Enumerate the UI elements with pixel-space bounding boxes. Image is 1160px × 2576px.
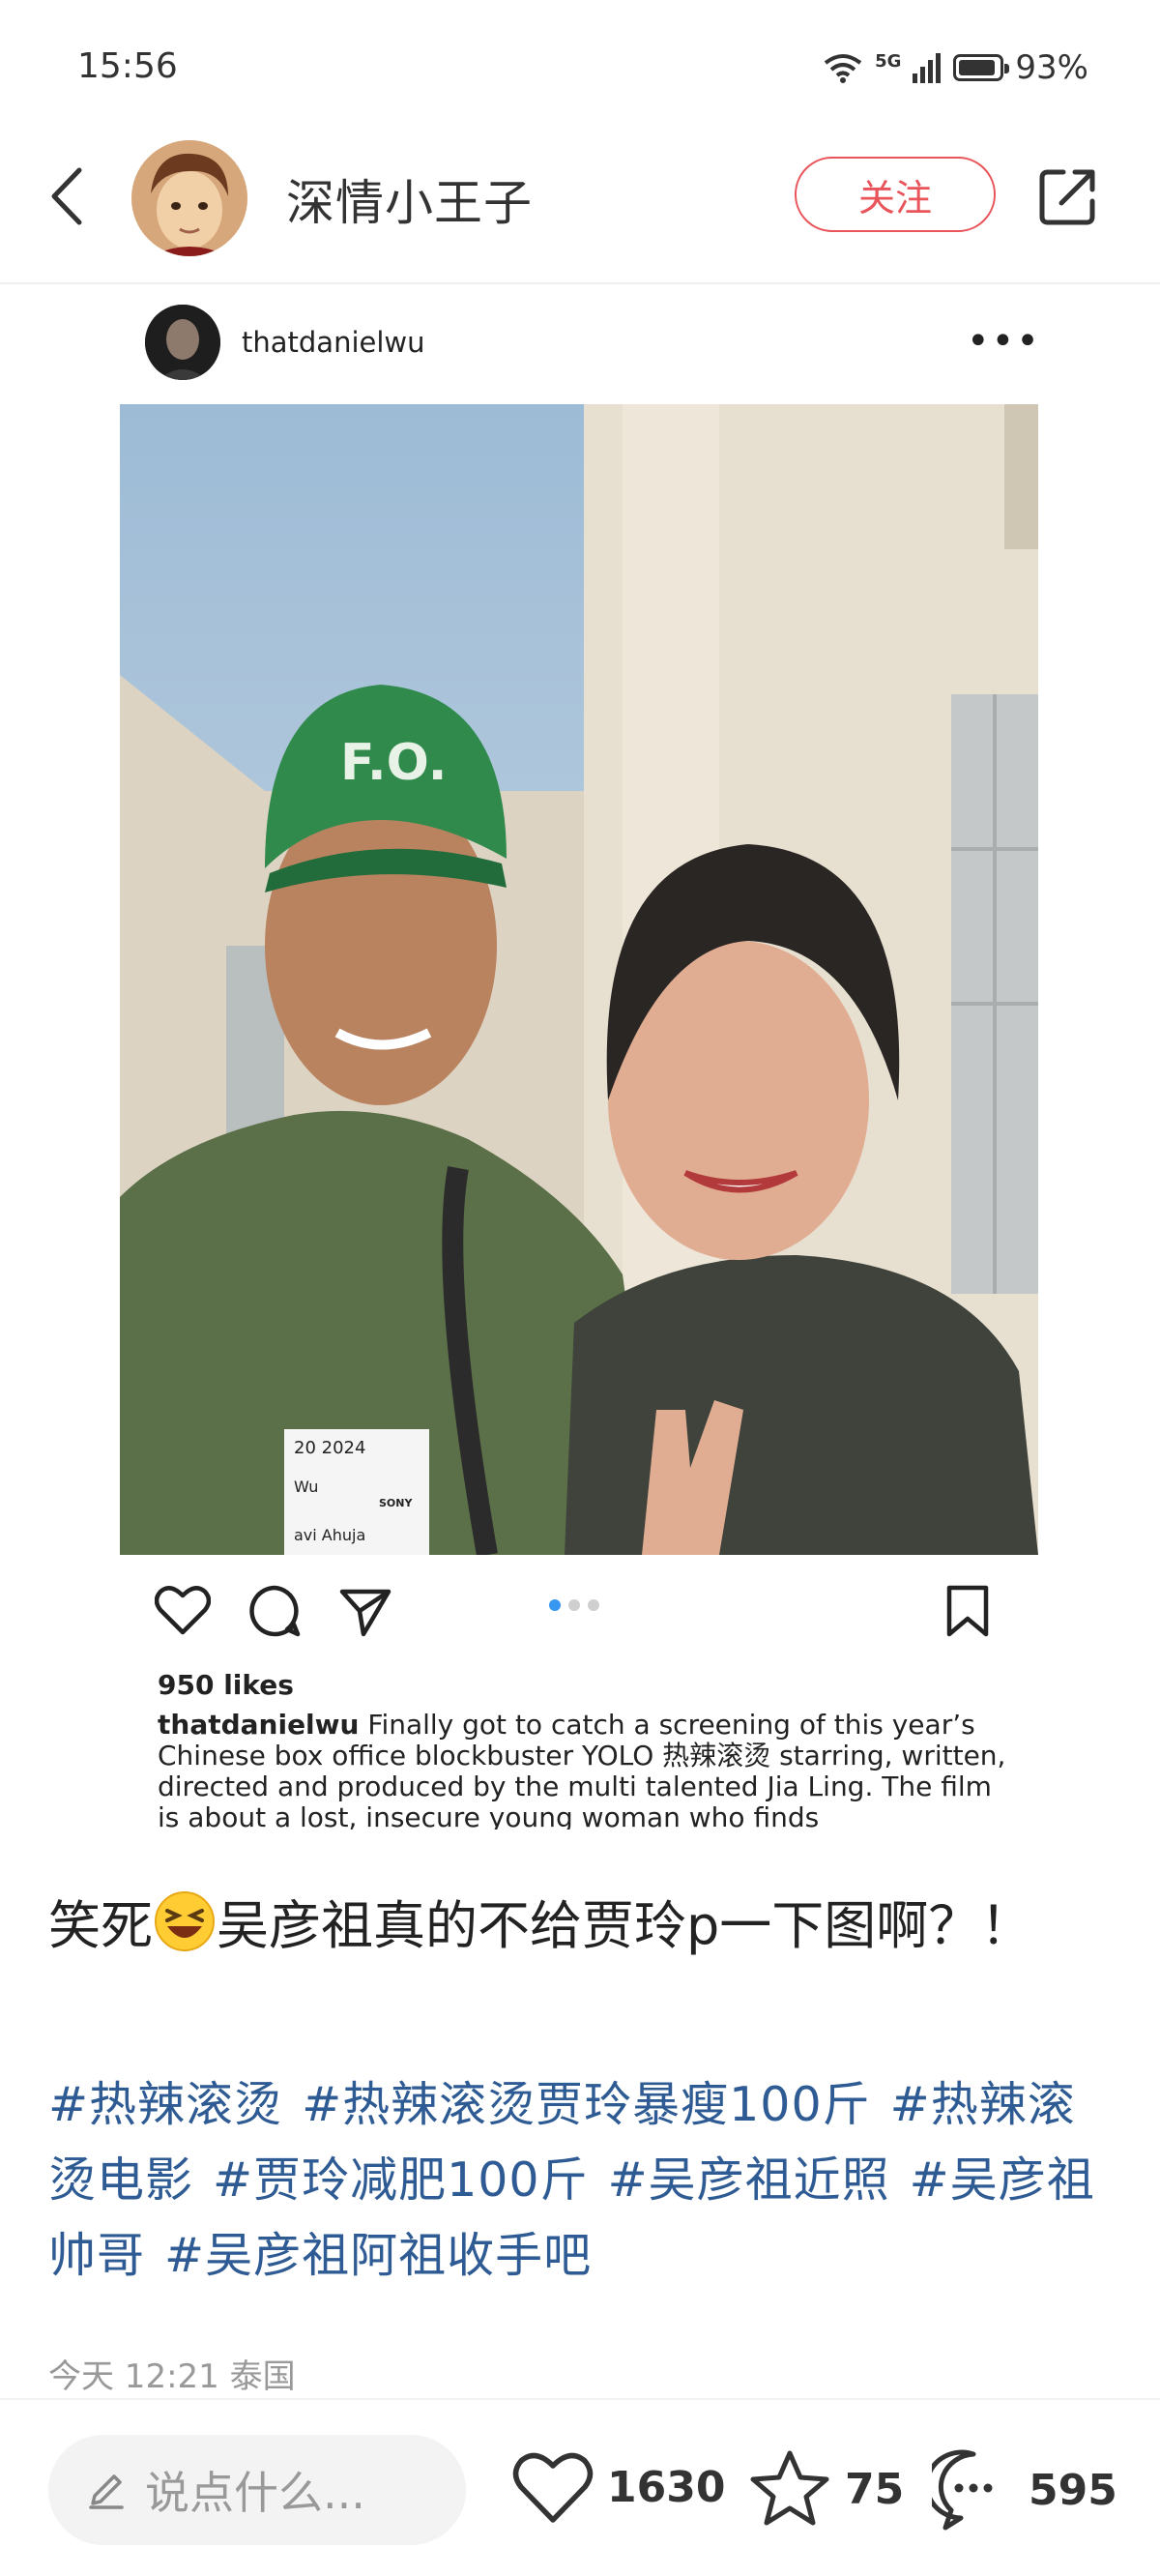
ig-likes: 950 likes — [158, 1669, 294, 1701]
hashtag-link[interactable]: #热辣滚烫贾玲暴瘦100斤 — [302, 2077, 871, 2132]
ig-username: thatdanielwu — [242, 326, 425, 359]
badge-logo: SONY — [379, 1497, 413, 1509]
badge-name: Wu — [294, 1478, 318, 1496]
svg-text:F.O.: F.O. — [340, 734, 447, 792]
comment-input[interactable]: 说点什么... — [48, 2435, 466, 2545]
ig-avatar — [145, 305, 220, 380]
post-location: 泰国 — [229, 2357, 296, 2396]
carousel-dot — [549, 1599, 561, 1611]
ig-more-icon: ••• — [967, 319, 1041, 364]
follow-button[interactable]: 关注 — [795, 157, 996, 232]
hashtag-link[interactable]: #吴彦祖近照 — [608, 2152, 890, 2208]
post-title-rest: 吴彦祖真的不给贾玲p一下图啊？！ — [217, 1895, 1033, 1956]
back-button[interactable] — [43, 162, 91, 230]
comment-placeholder: 说点什么... — [145, 2467, 365, 2519]
hashtag-link[interactable]: #热辣滚烫 — [48, 2077, 282, 2132]
post-time: 今天 12:21 — [48, 2357, 219, 2396]
like-count: 1630 — [607, 2462, 726, 2512]
post-meta: 今天 12:21 泰国 — [48, 2350, 296, 2397]
battery-icon — [953, 54, 1010, 81]
hashtag-list: #热辣滚烫 #热辣滚烫贾玲暴瘦100斤 #热辣滚烫电影 #贾玲减肥100斤 #吴彦祖近照… — [48, 2067, 1121, 2294]
comment-count: 595 — [1029, 2465, 1117, 2515]
comment-button[interactable]: 595 — [932, 2448, 1117, 2532]
share-icon — [1039, 169, 1095, 225]
wifi-icon — [824, 54, 862, 83]
battery-fill — [959, 60, 996, 75]
carousel-dot — [568, 1599, 580, 1611]
comment-icon — [932, 2449, 993, 2531]
carousel-indicator — [549, 1599, 599, 1611]
network-label: 5G — [875, 50, 902, 72]
author-username[interactable]: 深情小王子 — [286, 164, 533, 234]
laughing-emoji-icon — [155, 1891, 215, 1951]
bottom-divider — [0, 2398, 1160, 2400]
heart-icon — [512, 2452, 594, 2523]
header-divider — [0, 282, 1160, 284]
share-button[interactable] — [1034, 162, 1102, 230]
ig-caption-user: thatdanielwu — [158, 1710, 360, 1741]
post-title: 笑死 吴彦祖真的不给贾玲p一下图啊？！ — [48, 1886, 1112, 1967]
post-photo[interactable]: F.O. 20 2024 Wu avi Ahuja SONY — [120, 404, 1038, 1557]
chevron-left-icon — [51, 167, 82, 225]
hashtag-link[interactable]: #吴彦祖阿祖收手吧 — [164, 2228, 592, 2283]
hashtag-link[interactable]: #贾玲减肥100斤 — [213, 2152, 589, 2208]
favorite-button[interactable]: 75 — [748, 2448, 904, 2530]
author-avatar[interactable] — [131, 140, 247, 256]
bookmark-icon[interactable] — [945, 1584, 990, 1638]
signal-icon — [913, 53, 942, 83]
badge-extra: avi Ahuja — [294, 1526, 365, 1544]
star-icon — [750, 2450, 829, 2526]
pencil-icon — [89, 2474, 124, 2509]
badge-date: 20 2024 — [294, 1438, 365, 1458]
like-button[interactable]: 1630 — [512, 2448, 725, 2526]
carousel-dot — [588, 1599, 599, 1611]
comment-bubble-icon[interactable] — [247, 1584, 302, 1638]
ig-caption: thatdanielwu Finally got to catch a scre… — [158, 1710, 1008, 1830]
post-title-start: 笑死 — [48, 1895, 153, 1956]
status-time: 15:56 — [77, 46, 178, 86]
favorite-count: 75 — [845, 2464, 905, 2514]
send-icon[interactable] — [338, 1584, 392, 1638]
heart-icon[interactable] — [155, 1584, 211, 1636]
battery-percent: 93% — [1015, 48, 1088, 87]
status-indicators: 5G 93% — [823, 48, 1088, 87]
